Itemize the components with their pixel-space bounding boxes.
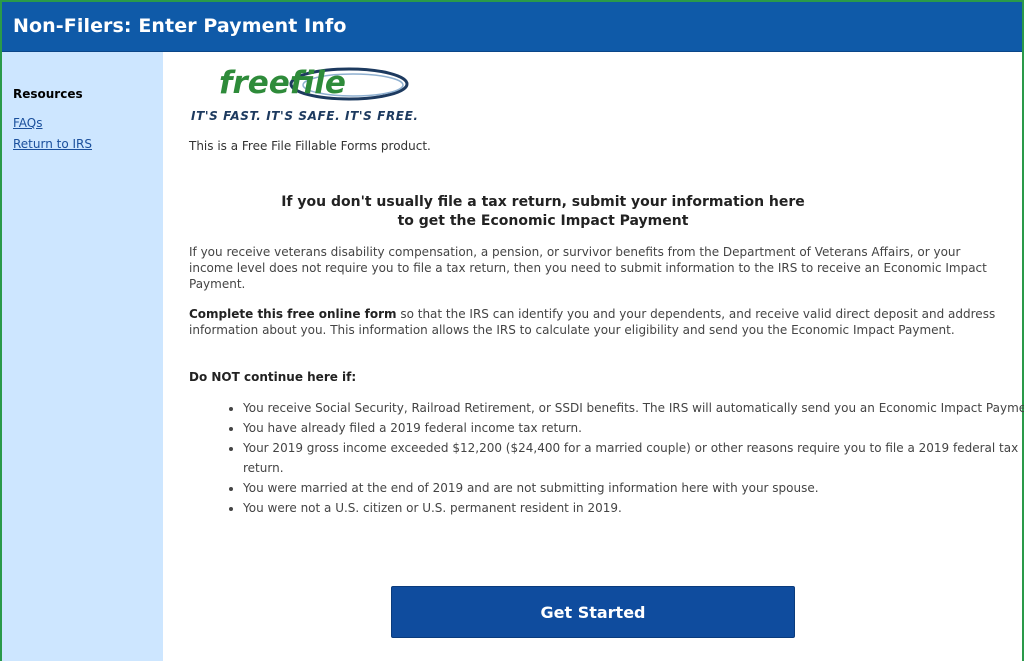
form-note-bold: Complete this free online form	[189, 307, 397, 321]
main-content: freefile IT'S FAST. IT'S SAFE. IT'S FREE…	[163, 52, 1024, 661]
do-not-heading: Do NOT continue here if:	[189, 370, 357, 384]
list-item: Your 2019 gross income exceeded $12,200 …	[243, 438, 1024, 478]
headline: If you don't usually file a tax return, …	[263, 193, 823, 231]
list-item: You were married at the end of 2019 and …	[243, 478, 1024, 498]
headline-line-2: to get the Economic Impact Payment	[397, 213, 689, 229]
list-item: You receive Social Security, Railroad Re…	[243, 398, 1024, 418]
sidebar: Resources FAQs Return to IRS	[2, 52, 163, 661]
intro-paragraph: If you receive veterans disability compe…	[189, 245, 987, 291]
sidebar-link-return-to-irs[interactable]: Return to IRS	[13, 137, 92, 151]
do-not-list: You receive Social Security, Railroad Re…	[189, 398, 1024, 518]
product-line: This is a Free File Fillable Forms produ…	[189, 139, 431, 153]
tagline: IT'S FAST. IT'S SAFE. IT'S FREE.	[191, 109, 419, 123]
page-title: Non-Filers: Enter Payment Info	[13, 15, 347, 37]
page-header: Non-Filers: Enter Payment Info	[2, 2, 1022, 52]
form-note-paragraph: Complete this free online form so that t…	[189, 306, 1004, 338]
sidebar-link-faqs[interactable]: FAQs	[13, 116, 43, 130]
sidebar-heading: Resources	[13, 87, 83, 101]
get-started-button[interactable]: Get Started	[391, 586, 795, 638]
page-frame: Non-Filers: Enter Payment Info Resources…	[2, 2, 1024, 661]
list-item: You have already filed a 2019 federal in…	[243, 418, 1024, 438]
list-item: You were not a U.S. citizen or U.S. perm…	[243, 498, 1024, 518]
freefile-wordmark: freefile	[219, 65, 346, 101]
headline-line-1: If you don't usually file a tax return, …	[281, 194, 805, 210]
